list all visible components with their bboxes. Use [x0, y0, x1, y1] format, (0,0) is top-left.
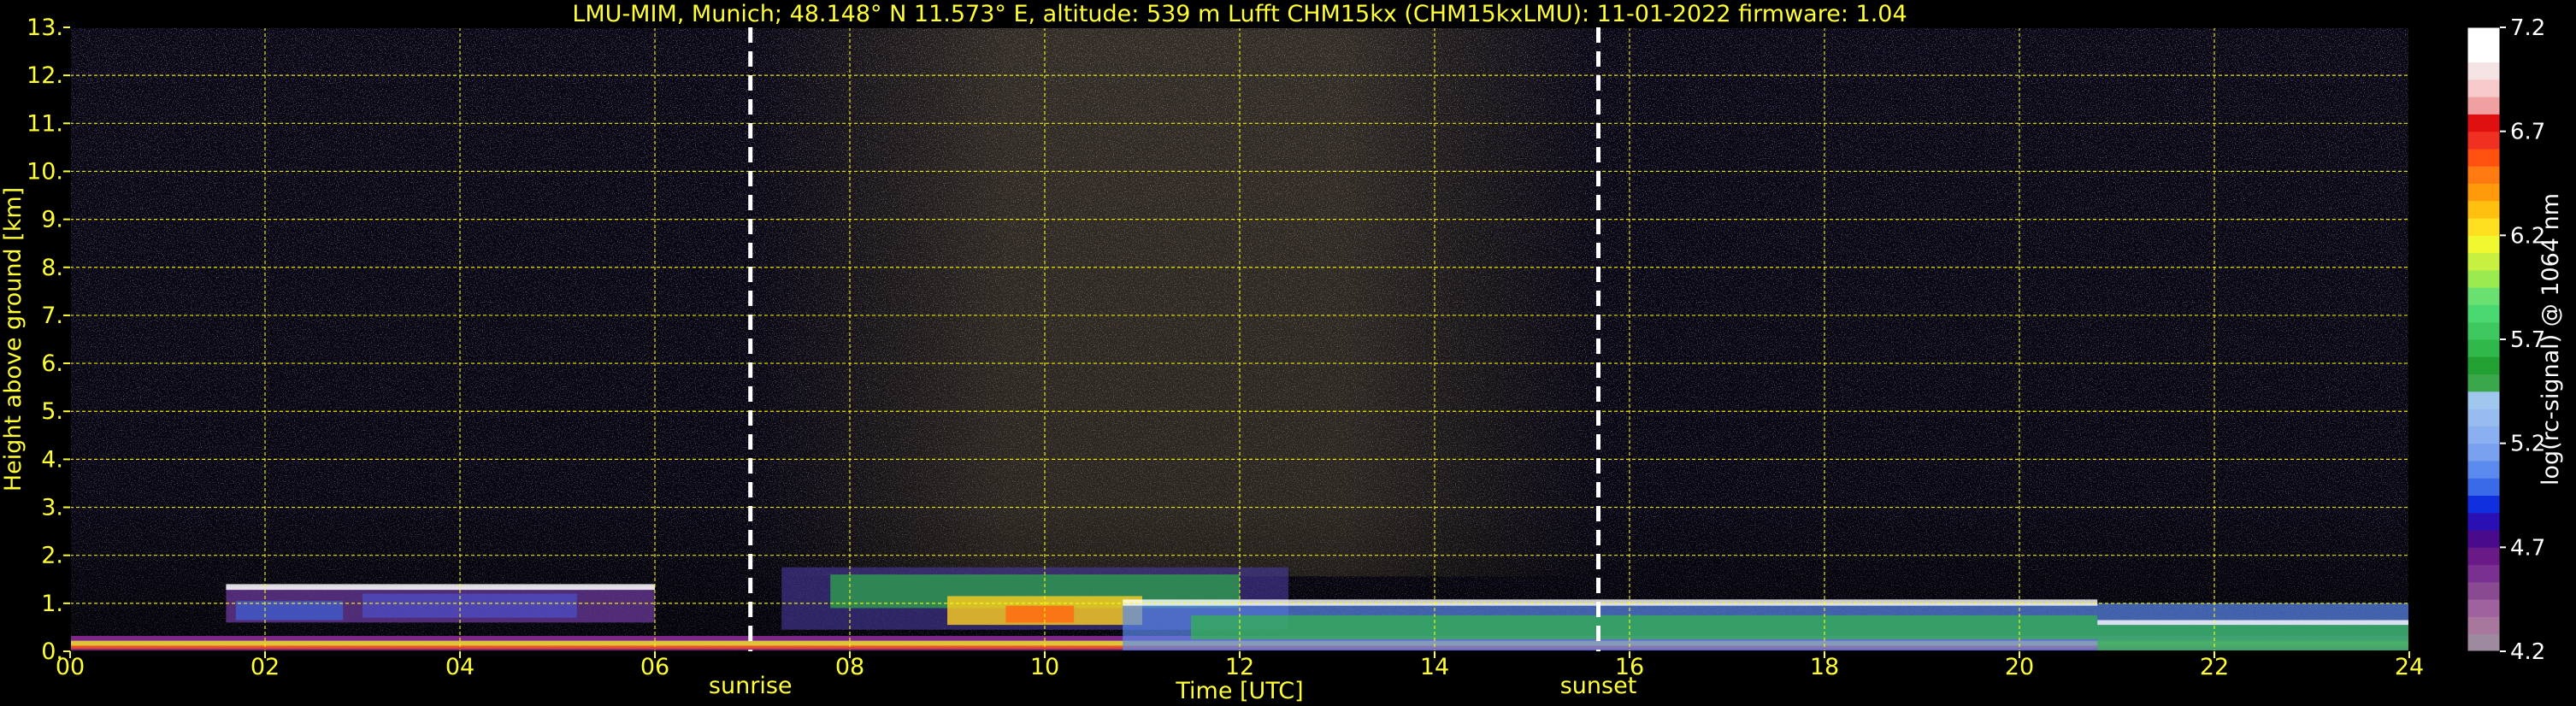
- x-tick-label: 04: [445, 654, 475, 680]
- y-tick-label: 12.: [27, 62, 63, 89]
- y-tick-label: 11.: [27, 110, 63, 137]
- colorbar-segment: [2467, 166, 2500, 184]
- y-axis: 0. 1. 2. 3. 4. 5. 6. 7. 8. 9. 10. 11. 12. 13.: [27, 15, 70, 665]
- y-tick-label: 13.: [27, 15, 63, 41]
- colorbar-segment: [2467, 148, 2500, 167]
- x-tick-label: 22: [2200, 654, 2229, 680]
- colorbar-segment: [2467, 304, 2500, 323]
- colorbar-segment: [2467, 374, 2500, 392]
- layer-boundary-top: [2097, 620, 2409, 626]
- colorbar-segment: [2467, 44, 2500, 63]
- colorbar-segment: [2467, 495, 2500, 514]
- chart-title: LMU-MIM, Munich; 48.148° N 11.573° E, al…: [572, 1, 1907, 27]
- colorbar-segment: [2467, 131, 2500, 150]
- x-tick-label: 18: [1810, 654, 1839, 680]
- colorbar-segment: [2467, 478, 2500, 496]
- colorbar-segment: [2467, 252, 2500, 271]
- x-tick-label: 24: [2395, 654, 2424, 680]
- x-axis-label: Time [UTC]: [1175, 678, 1303, 704]
- colorbar-segment: [2467, 391, 2500, 409]
- y-tick-label: 4.: [41, 446, 63, 473]
- colorbar-segment: [2467, 287, 2500, 305]
- x-tick-label: 20: [2005, 654, 2034, 680]
- layer-night-cloud-patch: [363, 593, 577, 618]
- colorbar-segment: [2467, 443, 2500, 462]
- y-tick-label: 8.: [41, 255, 63, 281]
- colorbar-segment: [2467, 633, 2500, 652]
- colorbar-segment: [2467, 599, 2500, 617]
- y-axis-label: Height above ground [km]: [0, 187, 27, 491]
- y-tick-label: 6.: [41, 350, 63, 377]
- colorbar-segment: [2467, 200, 2500, 219]
- x-tick-label: 08: [835, 654, 864, 680]
- ceilometer-chart: sunrise sunset 00 02 04 06 08 10 12 14 16 18 20 22 24…: [0, 1, 2564, 704]
- colorbar-tick-label: 4.7: [2510, 535, 2545, 561]
- colorbar-segment: [2467, 218, 2500, 236]
- colorbar-tick-label: 6.7: [2510, 120, 2545, 145]
- colorbar-label: log(rc-signal) @ 1064 nm: [2538, 193, 2564, 485]
- x-axis: 00 02 04 06 08 10 12 14 16 18 20 22 24: [56, 651, 2424, 680]
- colorbar-segment: [2467, 547, 2500, 566]
- x-tick-label: 16: [1615, 654, 1644, 680]
- y-tick-label: 10.: [27, 158, 63, 185]
- y-tick-label: 3.: [41, 495, 63, 521]
- colorbar-segment: [2467, 339, 2500, 357]
- colorbar: 4.24.75.25.76.26.77.2: [2467, 15, 2545, 665]
- x-tick-label: 10: [1030, 654, 1059, 680]
- event-label: sunrise: [709, 673, 793, 699]
- layer-night-cloud-top: [226, 584, 655, 591]
- colorbar-segment: [2467, 321, 2500, 340]
- colorbar-segment: [2467, 27, 2500, 45]
- colorbar-segment: [2467, 62, 2500, 80]
- y-tick-label: 9.: [41, 207, 63, 233]
- colorbar-segment: [2467, 564, 2500, 583]
- colorbar-segment: [2467, 616, 2500, 635]
- y-tick-label: 2.: [41, 543, 63, 569]
- x-tick-label: 14: [1420, 654, 1449, 680]
- x-tick-label: 02: [251, 654, 280, 680]
- layer-day-orange: [1005, 605, 1075, 623]
- y-tick-label: 7.: [41, 303, 63, 329]
- colorbar-segment: [2467, 269, 2500, 288]
- layer-boundary-green: [1191, 615, 2098, 639]
- colorbar-segment: [2467, 183, 2500, 202]
- colorbar-tick-label: 7.2: [2510, 15, 2545, 41]
- colorbar-segment: [2467, 79, 2500, 97]
- colorbar-segment: [2467, 581, 2500, 600]
- x-tick-label: 12: [1225, 654, 1254, 680]
- colorbar-segment: [2467, 356, 2500, 375]
- colorbar-segment: [2467, 235, 2500, 254]
- colorbar-segment: [2467, 530, 2500, 548]
- colorbar-segment: [2467, 97, 2500, 115]
- colorbar-segment: [2467, 512, 2500, 531]
- y-tick-label: 5.: [41, 398, 63, 425]
- colorbar-tick-label: 4.2: [2510, 639, 2545, 665]
- y-tick-label: 1.: [41, 591, 63, 617]
- colorbar-segment: [2467, 114, 2500, 132]
- layer-boundary-green: [2097, 625, 2409, 651]
- colorbar-segment: [2467, 426, 2500, 444]
- colorbar-segment: [2467, 409, 2500, 427]
- x-tick-label: 06: [640, 654, 669, 680]
- colorbar-segment: [2467, 460, 2500, 479]
- layer-boundary-top: [1123, 599, 2098, 606]
- y-tick-label: 0.: [41, 638, 63, 665]
